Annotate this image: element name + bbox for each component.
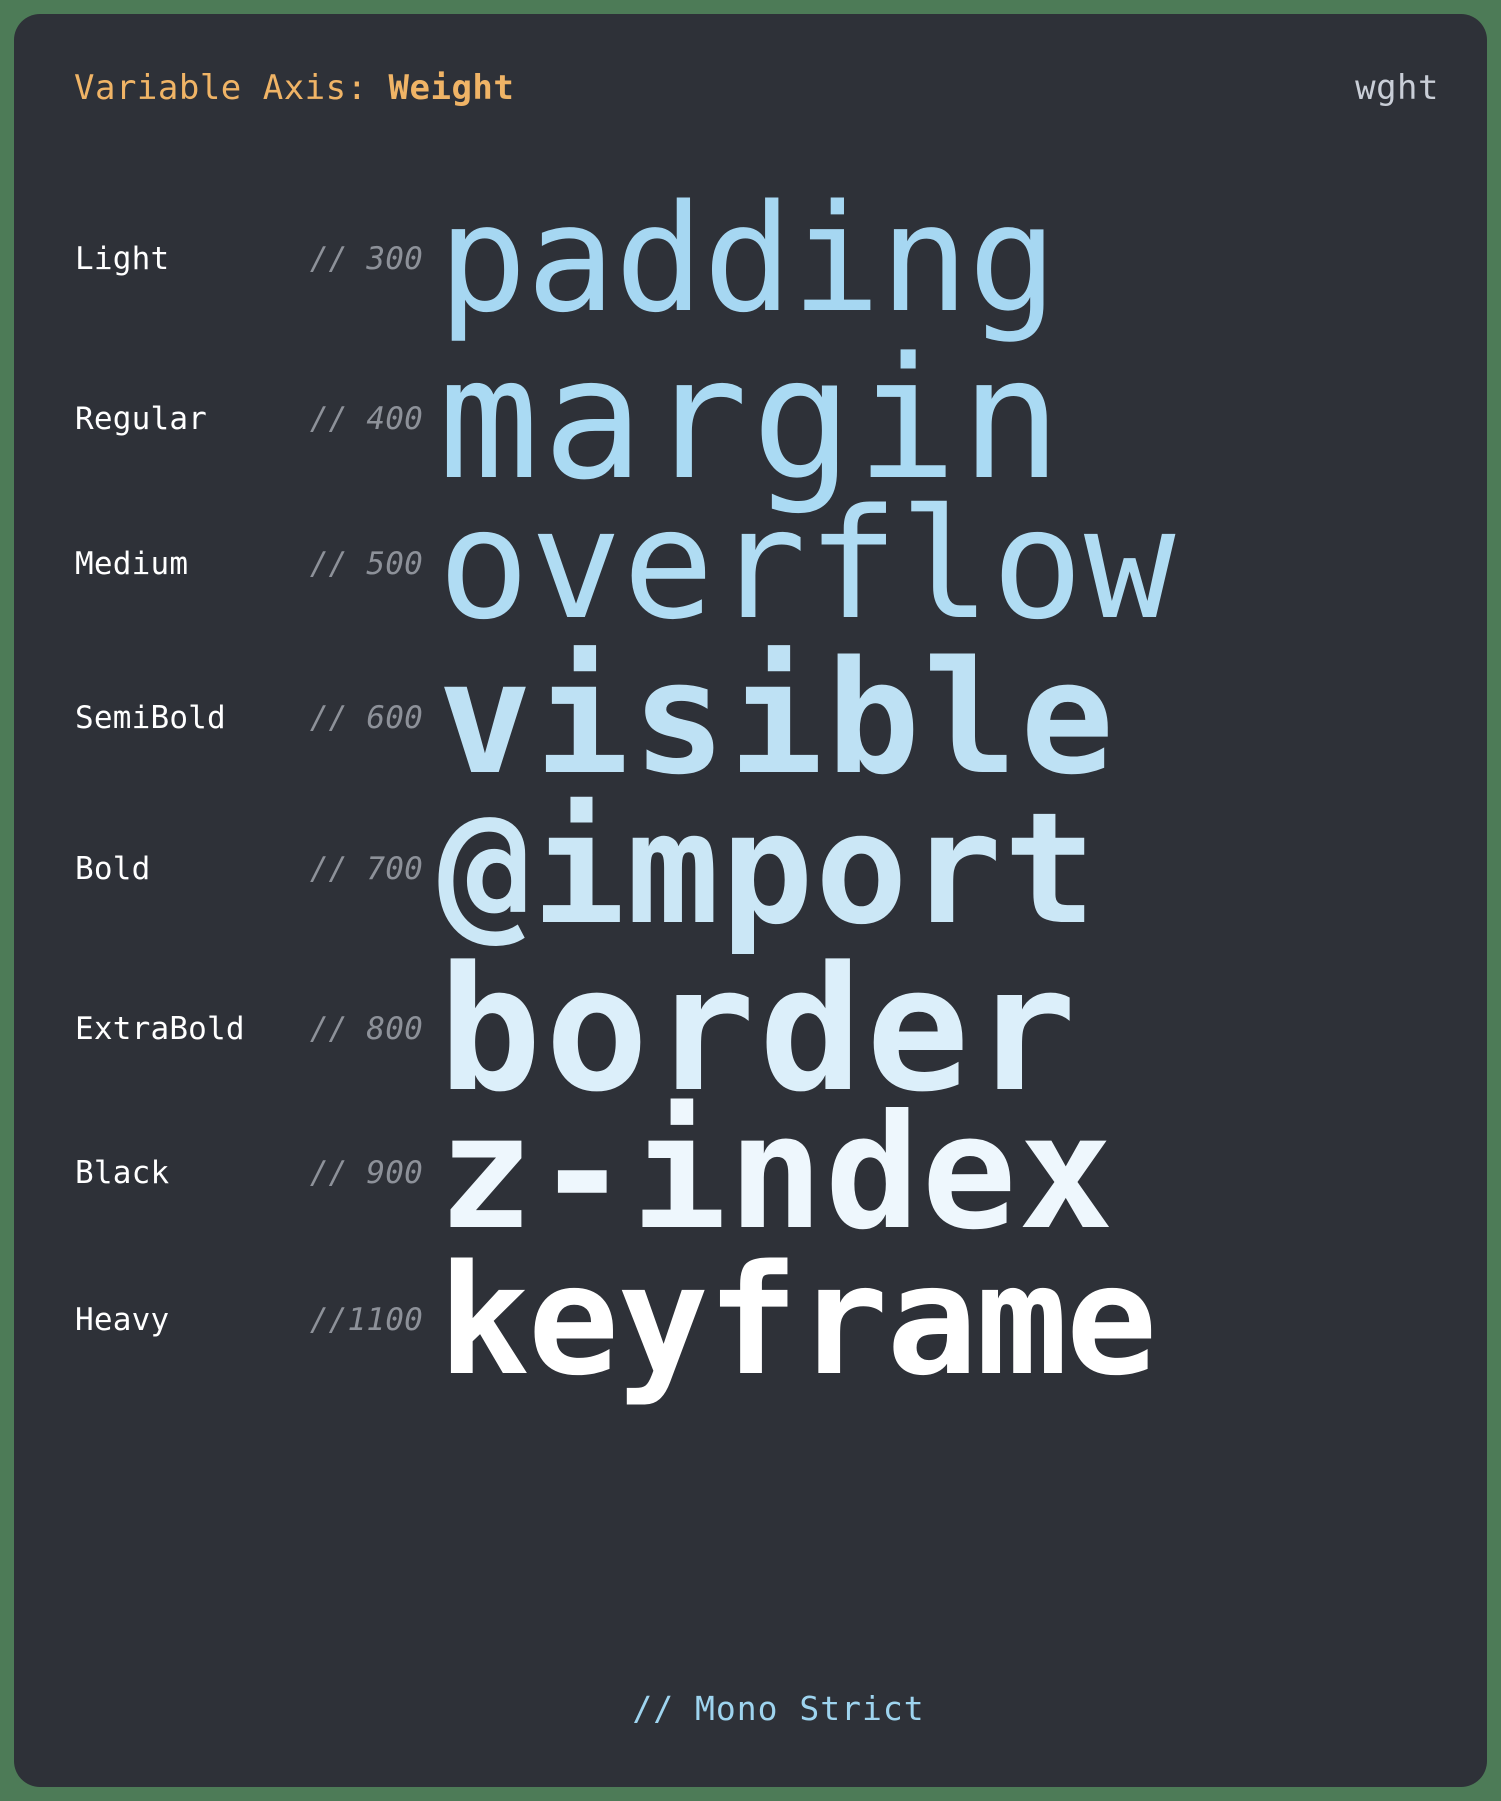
- weight-value: // 700: [309, 851, 423, 888]
- row-labels: Medium // 500: [14, 549, 424, 580]
- weight-row: Heavy //1100 keyframe: [14, 1232, 1487, 1409]
- row-labels: Black // 900: [14, 1158, 424, 1189]
- weight-name: Bold: [75, 851, 151, 888]
- footer-note: // Mono Strict: [632, 1689, 925, 1728]
- specimen-word: visible: [438, 627, 1118, 809]
- specimen-word: padding: [438, 173, 1057, 345]
- weight-value: // 900: [309, 1155, 423, 1192]
- card-header: Variable Axis: Weight wght: [14, 60, 1487, 116]
- weight-value: //1100: [309, 1302, 423, 1339]
- page-title: Variable Axis: Weight: [74, 71, 514, 105]
- weight-name: Medium: [75, 546, 189, 583]
- weight-row: SemiBold // 600 visible: [14, 627, 1487, 809]
- weight-row: Black // 900 z-index: [14, 1081, 1487, 1265]
- specimen-word: margin: [438, 321, 1066, 517]
- row-labels: Bold // 700: [14, 854, 424, 885]
- weight-name: ExtraBold: [75, 1011, 245, 1048]
- specimen-word: z-index: [438, 1081, 1115, 1265]
- weight-row: Bold // 700 @import: [14, 780, 1487, 959]
- weight-name: SemiBold: [75, 700, 226, 737]
- specimen-word: @import: [438, 780, 1098, 959]
- card-footer: // Mono Strict: [14, 1692, 1487, 1725]
- weight-row: Medium // 500 overflow: [14, 476, 1487, 653]
- weight-row: Regular // 400 margin: [14, 321, 1487, 517]
- specimen-word: overflow: [438, 476, 1177, 653]
- weight-row: Light // 300 padding: [14, 173, 1487, 345]
- weight-value: // 300: [309, 240, 423, 277]
- weight-value: // 800: [309, 1011, 423, 1048]
- row-labels: SemiBold // 600: [14, 703, 424, 734]
- weight-rows-list: Light// 300 padding Regular// 400 margin Med…: [14, 164, 1487, 1484]
- specimen-word: keyframe: [438, 1232, 1157, 1409]
- specimen-card: Variable Axis: Weight wght Light // 300 pa…: [14, 14, 1487, 1787]
- axis-tag: wght: [1355, 68, 1439, 108]
- row-labels: Regular // 400: [14, 404, 424, 435]
- axis-title-label: Variable Axis:: [74, 68, 389, 108]
- row-labels: ExtraBold // 800: [14, 1014, 424, 1045]
- weight-name: Heavy: [75, 1302, 170, 1339]
- weight-name: Light: [75, 240, 170, 277]
- weight-value: // 600: [309, 700, 423, 737]
- axis-title-value: Weight: [388, 68, 515, 108]
- row-labels: Heavy //1100: [14, 1305, 424, 1336]
- weight-value: // 500: [309, 546, 423, 583]
- weight-value: // 400: [309, 401, 423, 438]
- row-labels: Light // 300: [14, 240, 424, 277]
- weight-name: Regular: [75, 401, 208, 438]
- weight-name: Black: [75, 1155, 170, 1192]
